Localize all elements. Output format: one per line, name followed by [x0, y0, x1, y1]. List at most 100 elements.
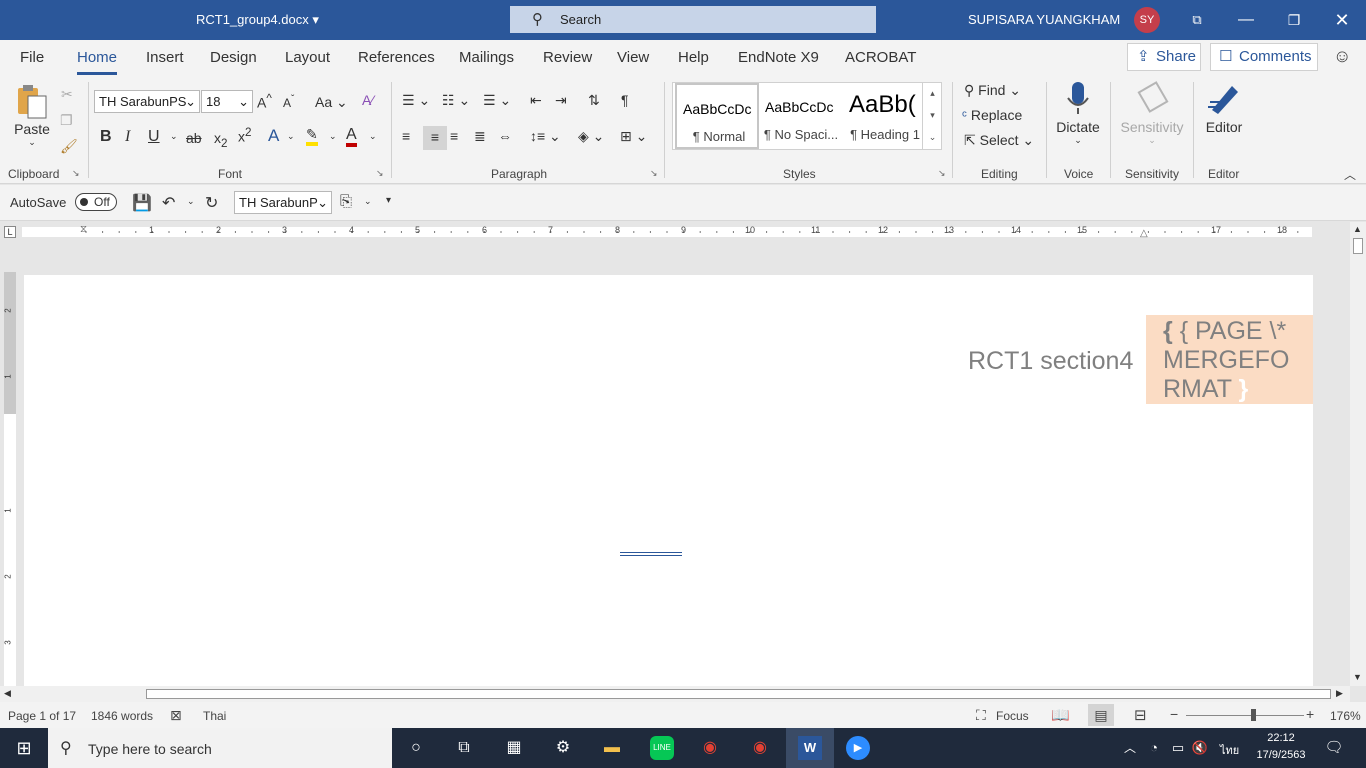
italic-icon[interactable]: I — [125, 128, 130, 146]
bullets-icon[interactable]: ☰ ⌄ — [402, 92, 430, 109]
tab-acrobat[interactable]: ACROBAT — [845, 49, 916, 66]
settings-icon[interactable]: ⚙ — [551, 736, 575, 760]
show-hidden-icons[interactable]: ︿ — [1118, 736, 1142, 760]
word-taskbar-button[interactable]: W — [786, 728, 834, 768]
highlight-dropdown-icon[interactable]: ⌄ — [329, 131, 337, 142]
style-heading-1[interactable]: AaBb( ¶ Heading 1 — [843, 83, 927, 149]
zoom-level[interactable]: 176% — [1330, 709, 1361, 723]
scroll-right-icon[interactable]: ▶ — [1336, 688, 1343, 699]
scroll-up-icon[interactable]: ▲ — [1353, 224, 1362, 234]
document-title[interactable]: RCT1_group4.docx ▾ — [196, 12, 319, 28]
document-page[interactable]: RCT1 section4 { { PAGE \* MERGEFO RMAT } — [24, 275, 1313, 695]
scroll-thumb[interactable] — [1353, 238, 1363, 254]
web-layout-icon[interactable]: ⊟ — [1134, 706, 1147, 724]
autosave-toggle[interactable]: Off — [75, 193, 117, 211]
strikethrough-icon[interactable]: ab — [186, 130, 202, 146]
volume-icon[interactable]: 🔇 — [1188, 736, 1212, 760]
numbering-icon[interactable]: ☷ ⌄ — [442, 92, 470, 109]
taskbar-search[interactable]: ⚲ Type here to search — [48, 728, 392, 768]
zoom-in-icon[interactable]: + — [1306, 706, 1314, 722]
clock-time[interactable]: 22:12 — [1256, 732, 1306, 744]
zoom-out-icon[interactable]: − — [1170, 706, 1178, 722]
clipboard-launcher-icon[interactable]: ↘ — [72, 168, 80, 179]
tab-selector-icon[interactable]: L — [4, 226, 16, 238]
input-language[interactable]: ไทย — [1220, 741, 1239, 759]
zoom-slider-thumb[interactable] — [1251, 709, 1256, 721]
format-painter-icon[interactable]: 🖌 — [60, 138, 78, 155]
dictate-button[interactable]: Dictate ⌄ — [1054, 80, 1102, 146]
paste-special-icon[interactable]: ⎘ — [340, 193, 352, 210]
proofing-icon[interactable]: ⊠ — [170, 707, 182, 724]
align-center-icon[interactable]: ≡ — [423, 126, 447, 150]
undo-dropdown-icon[interactable]: ⌄ — [187, 196, 195, 207]
align-right-icon[interactable]: ≡ — [450, 128, 458, 144]
user-name[interactable]: SUPISARA YUANGKHAM — [968, 12, 1120, 27]
right-indent-marker-icon[interactable]: △ — [1140, 228, 1148, 239]
tab-layout[interactable]: Layout — [285, 49, 330, 66]
customize-qat-icon[interactable]: ▾ — [386, 195, 391, 206]
highlight-icon[interactable]: ✎ — [306, 126, 318, 146]
tab-file[interactable]: File — [20, 49, 44, 66]
clear-formatting-icon[interactable]: A⁄ — [362, 92, 374, 108]
font-color-icon[interactable]: A — [346, 126, 357, 147]
chrome-icon[interactable]: ◉ — [698, 736, 722, 760]
editor-button[interactable]: Editor — [1200, 80, 1248, 135]
styles-scroll[interactable]: ▴ ▾ ⌄ — [922, 82, 942, 150]
minimize-icon[interactable]: — — [1234, 8, 1258, 32]
tab-mailings[interactable]: Mailings — [459, 49, 514, 66]
read-mode-icon[interactable]: 📖 — [1051, 706, 1070, 724]
shrink-font-icon[interactable]: Aˇ — [283, 94, 294, 110]
tab-home[interactable]: Home — [77, 49, 118, 75]
change-case-icon[interactable]: Aa ⌄ — [315, 94, 348, 111]
multilevel-list-icon[interactable]: ☰ ⌄ — [483, 92, 511, 109]
scroll-down-icon[interactable]: ▼ — [1353, 672, 1362, 682]
underline-dropdown-icon[interactable]: ⌄ — [170, 131, 178, 142]
zoom-slider[interactable] — [1186, 715, 1304, 716]
task-view-icon[interactable]: ⧉ — [452, 736, 476, 760]
font-size-combo[interactable]: 18 ⌄ — [201, 90, 253, 113]
tab-review[interactable]: Review — [543, 49, 592, 66]
restore-icon[interactable]: ❐ — [1282, 8, 1306, 32]
underline-icon[interactable]: U — [148, 128, 160, 146]
style-normal[interactable]: AaBbCcDc ¶ Normal — [675, 83, 759, 149]
close-icon[interactable]: ✕ — [1330, 8, 1354, 32]
text-effects-icon[interactable]: A — [268, 126, 279, 146]
borders-icon[interactable]: ⊞ ⌄ — [620, 128, 647, 145]
hscroll-thumb[interactable] — [146, 689, 1331, 699]
file-explorer-icon[interactable]: ▬ — [600, 736, 624, 760]
show-formatting-icon[interactable]: ¶ — [621, 92, 629, 108]
styles-launcher-icon[interactable]: ↘ — [938, 168, 946, 179]
style-no-spacing[interactable]: AaBbCcDc ¶ No Spaci... — [759, 83, 843, 149]
print-layout-icon[interactable]: ▤ — [1088, 704, 1114, 726]
notifications-icon[interactable]: 🗨 — [1322, 736, 1346, 760]
clock-date[interactable]: 17/9/2563 — [1250, 749, 1312, 761]
paragraph-launcher-icon[interactable]: ↘ — [650, 168, 658, 179]
font-launcher-icon[interactable]: ↘ — [376, 168, 384, 179]
vertical-scrollbar[interactable]: ▲ ▼ — [1350, 222, 1366, 686]
windows-start-icon[interactable]: ⊞ — [12, 736, 36, 760]
search-box[interactable]: ⚲ Search — [510, 6, 876, 33]
tab-endnote[interactable]: EndNote X9 — [738, 49, 819, 66]
subscript-icon[interactable]: x2 — [214, 130, 227, 150]
horizontal-scrollbar[interactable]: ◀ ▶ — [0, 686, 1350, 702]
tab-references[interactable]: References — [358, 49, 435, 66]
language[interactable]: Thai — [203, 709, 226, 723]
distributed-icon[interactable]: ⇔ — [498, 128, 512, 144]
wifi-icon[interactable]: ◔ — [1142, 736, 1166, 760]
ribbon-display-icon[interactable]: ⧉ — [1185, 8, 1209, 32]
scroll-left-icon[interactable]: ◀ — [4, 688, 11, 699]
sensitivity-button[interactable]: Sensitivity ⌄ — [1118, 80, 1186, 146]
word-count[interactable]: 1846 words — [91, 709, 153, 723]
horizontal-ruler[interactable]: L ⧖ △ 1 2 3 4 5 6 7 8 9 10 11 12 13 14 1… — [0, 222, 1350, 242]
shading-icon[interactable]: ◈ ⌄ — [578, 128, 604, 145]
line-spacing-icon[interactable]: ↕≡ ⌄ — [530, 128, 561, 145]
collapse-ribbon-icon[interactable]: ︿ — [1344, 166, 1356, 183]
copy-icon[interactable]: ❐ — [60, 112, 73, 129]
chrome-profile-icon[interactable]: ◉ — [748, 736, 772, 760]
sort-icon[interactable]: ⇅ — [588, 92, 600, 109]
font-name-combo[interactable]: TH SarabunPSK ⌄ — [94, 90, 200, 113]
photo-app-icon[interactable]: ▦ — [502, 736, 526, 760]
grow-font-icon[interactable]: A^ — [257, 92, 272, 111]
tab-design[interactable]: Design — [210, 49, 257, 66]
line-app-icon[interactable]: LINE — [650, 736, 674, 760]
